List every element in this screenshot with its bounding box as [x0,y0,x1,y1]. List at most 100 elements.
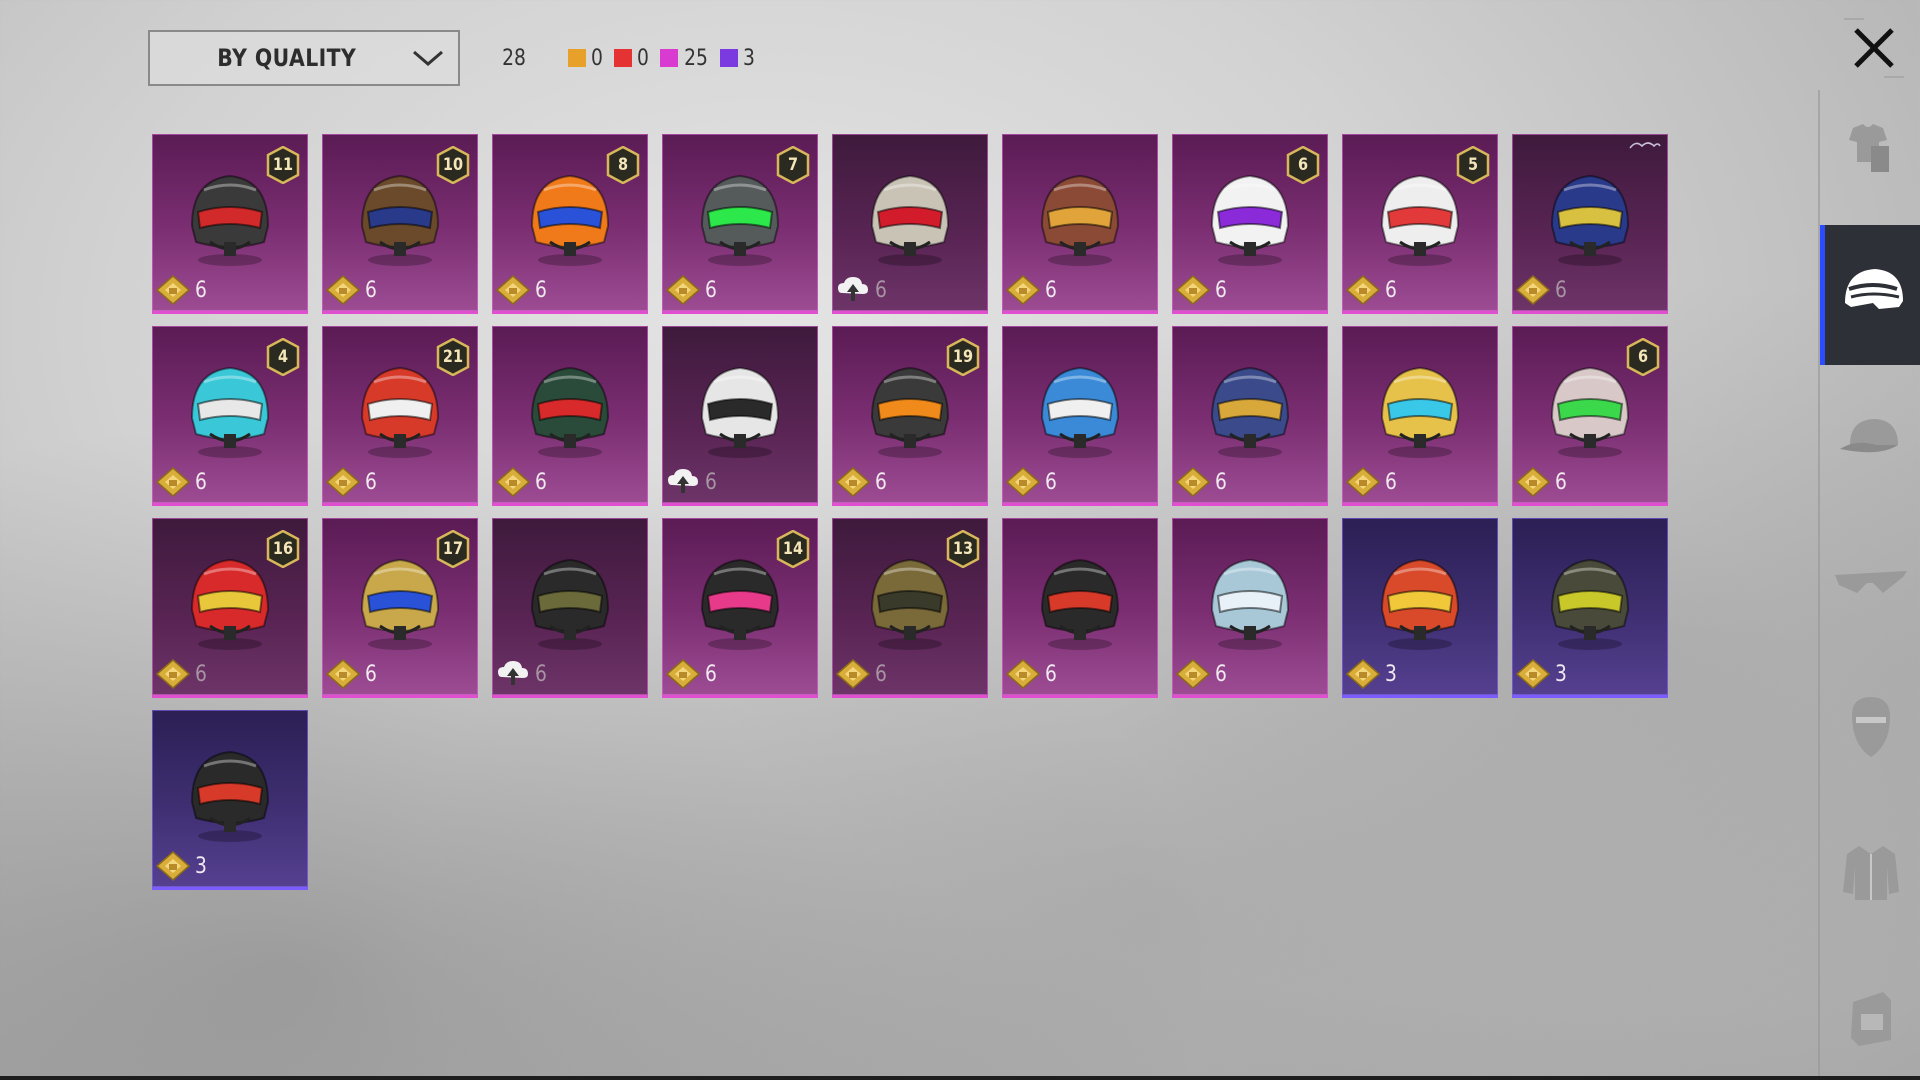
category-sidebar [1818,90,1920,1080]
card-footer: 6 [156,275,208,305]
item-count: 6 [875,661,887,687]
card-footer: 6 [666,275,718,305]
helmet-card[interactable]: 13 6 [832,518,988,698]
helmet-card[interactable]: 6 [492,518,648,698]
card-footer: 6 [1176,467,1228,497]
level-icon [1516,275,1550,305]
card-footer: 6 [326,659,378,689]
helmet-card[interactable]: 5 6 [1342,134,1498,314]
card-footer: 6 [1176,659,1228,689]
helmet-grid: 11 6 10 6 8 6 7 6 6 6 6 6 5 6 6 4 6 21 6… [152,134,1668,890]
item-count: 6 [195,661,207,687]
level-badge: 4 [266,338,300,376]
helmet-card[interactable]: 8 6 [492,134,648,314]
card-footer: 6 [1346,467,1398,497]
helmet-card[interactable]: 3 [1342,518,1498,698]
helmet-icon [1380,366,1460,458]
helmet-card[interactable]: 6 [662,326,818,506]
card-footer: 6 [156,659,208,689]
helmet-card[interactable]: 6 [1172,326,1328,506]
jacket-icon [1841,842,1901,909]
level-icon [1346,275,1380,305]
badge-number: 7 [787,155,799,175]
item-count: 6 [1045,469,1057,495]
card-footer: 6 [1006,467,1058,497]
helmet-card[interactable]: 3 [152,710,308,890]
level-icon [1176,659,1210,689]
backpack-icon [1843,988,1899,1053]
card-footer: 6 [326,275,378,305]
chevron-down-icon [398,30,458,86]
helmet-card[interactable]: 11 6 [152,134,308,314]
helmet-icon [1040,366,1120,458]
badge-number: 5 [1467,155,1479,175]
card-footer: 6 [836,659,888,689]
backpack-tab[interactable] [1820,950,1920,1080]
card-footer: 6 [1346,275,1398,305]
close-button[interactable] [1838,12,1910,84]
level-badge: 13 [946,530,980,568]
quality-count-0: 0 [568,46,604,71]
helmet-card[interactable]: 21 6 [322,326,478,506]
card-footer: 6 [836,275,888,305]
helmet-icon [1040,174,1120,266]
helmet-card[interactable]: 6 [1002,326,1158,506]
item-count: 6 [535,469,547,495]
card-footer: 6 [1006,659,1058,689]
level-icon [1516,467,1550,497]
helmet-card[interactable]: 6 [1002,134,1158,314]
sort-dropdown[interactable]: BY QUALITY [148,30,460,86]
item-count: 6 [1555,469,1567,495]
helmet-icon [1210,558,1290,650]
helmet-card[interactable]: 19 6 [832,326,988,506]
card-footer: 6 [496,467,548,497]
helmet-icon [530,558,610,650]
card-footer: 6 [496,659,548,689]
level-icon [1176,467,1210,497]
badge-number: 17 [442,539,464,559]
level-icon [1516,659,1550,689]
level-icon [1176,275,1210,305]
helmet-icon [1839,263,1909,328]
helmet-card[interactable]: 4 6 [152,326,308,506]
helmet-card[interactable]: 6 [1172,518,1328,698]
cap-icon [1836,413,1906,468]
level-badge: 16 [266,530,300,568]
helmet-card[interactable]: 6 [492,326,648,506]
helmet-card[interactable]: 6 [1512,134,1668,314]
jacket-tab[interactable] [1820,805,1920,945]
level-icon [326,275,360,305]
level-icon [836,467,870,497]
item-count: 6 [365,277,377,303]
level-icon [836,659,870,689]
helmet-card[interactable]: 3 [1512,518,1668,698]
helmet-card[interactable]: 14 6 [662,518,818,698]
item-count: 6 [535,661,547,687]
helmet-card[interactable]: 6 [832,134,988,314]
card-footer: 6 [496,275,548,305]
hat-tab[interactable] [1820,370,1920,510]
helmet-card[interactable]: 6 [1002,518,1158,698]
helmet-card[interactable]: 7 6 [662,134,818,314]
helmet-card[interactable]: 6 6 [1172,134,1328,314]
item-count: 6 [365,469,377,495]
mask-tab[interactable] [1820,660,1920,800]
helmet-card[interactable]: 10 6 [322,134,478,314]
card-footer: 6 [1176,275,1228,305]
level-badge: 10 [436,146,470,184]
helmet-card[interactable]: 6 6 [1512,326,1668,506]
helmet-card[interactable]: 16 6 [152,518,308,698]
helmet-card[interactable]: 17 6 [322,518,478,698]
quality-count-3: 3 [720,46,756,71]
glasses-tab[interactable] [1820,515,1920,655]
item-count: 3 [195,853,207,879]
outfit-tab[interactable] [1820,80,1920,220]
card-footer: 3 [1346,659,1398,689]
item-count: 6 [1045,277,1057,303]
close-icon [1854,28,1894,68]
card-footer: 6 [666,467,718,497]
helmet-tab[interactable] [1820,225,1920,365]
item-count: 6 [705,469,717,495]
helmet-card[interactable]: 6 [1342,326,1498,506]
badge-number: 13 [952,539,974,559]
